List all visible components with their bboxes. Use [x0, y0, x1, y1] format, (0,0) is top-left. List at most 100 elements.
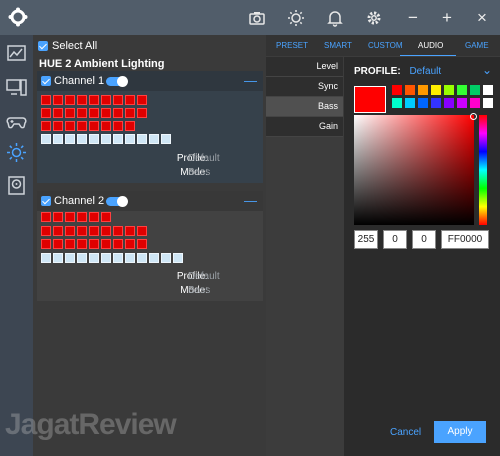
swatch[interactable]: [431, 98, 441, 108]
led[interactable]: [113, 121, 123, 131]
led[interactable]: [101, 121, 111, 131]
led[interactable]: [89, 239, 99, 249]
swatch[interactable]: [483, 98, 493, 108]
led[interactable]: [41, 212, 51, 222]
led[interactable]: [77, 253, 87, 263]
led[interactable]: [77, 212, 87, 222]
storage-icon[interactable]: [6, 175, 27, 196]
led[interactable]: [41, 253, 51, 263]
blue-input[interactable]: 0: [412, 230, 436, 249]
color-picker-handle[interactable]: [470, 113, 477, 120]
led[interactable]: [89, 134, 99, 144]
channel-2-toggle[interactable]: [106, 196, 128, 207]
swatch[interactable]: [418, 98, 428, 108]
led[interactable]: [65, 212, 75, 222]
collapse-icon[interactable]: —: [244, 73, 257, 88]
led[interactable]: [77, 121, 87, 131]
swatch[interactable]: [483, 85, 493, 95]
chevron-down-icon[interactable]: ⌄: [482, 63, 492, 77]
profile-selector[interactable]: PROFILE: Default: [354, 66, 441, 77]
led[interactable]: [125, 108, 135, 118]
swatch[interactable]: [470, 85, 480, 95]
profile-value[interactable]: Default: [409, 66, 441, 77]
led[interactable]: [89, 253, 99, 263]
led[interactable]: [113, 95, 123, 105]
swatch[interactable]: [405, 85, 415, 95]
tab-audio[interactable]: AUDIO: [418, 41, 443, 50]
led[interactable]: [65, 134, 75, 144]
led[interactable]: [101, 226, 111, 236]
led[interactable]: [65, 226, 75, 236]
led[interactable]: [77, 95, 87, 105]
dashboard-icon[interactable]: [6, 43, 27, 64]
hex-input[interactable]: FF0000: [441, 230, 489, 249]
saturation-value-picker[interactable]: [354, 115, 474, 225]
led[interactable]: [101, 134, 111, 144]
lighting-icon[interactable]: [6, 142, 27, 163]
led[interactable]: [125, 134, 135, 144]
tab-preset[interactable]: PRESET: [276, 41, 308, 50]
led[interactable]: [101, 239, 111, 249]
submenu-level[interactable]: Level: [266, 57, 343, 77]
apply-button[interactable]: Apply: [434, 421, 486, 443]
select-all-checkbox[interactable]: Select All: [38, 40, 97, 52]
led[interactable]: [53, 226, 63, 236]
led[interactable]: [77, 239, 87, 249]
led[interactable]: [125, 121, 135, 131]
led[interactable]: [125, 239, 135, 249]
minimize-button[interactable]: −: [398, 0, 428, 35]
tab-game[interactable]: GAME: [465, 41, 489, 50]
led[interactable]: [41, 134, 51, 144]
led[interactable]: [89, 108, 99, 118]
led[interactable]: [89, 212, 99, 222]
submenu-gain[interactable]: Gain: [266, 117, 343, 137]
led[interactable]: [53, 239, 63, 249]
gamepad-icon[interactable]: [6, 111, 27, 132]
bell-icon[interactable]: [326, 9, 344, 27]
led[interactable]: [137, 95, 147, 105]
led[interactable]: [149, 253, 159, 263]
led[interactable]: [41, 239, 51, 249]
led[interactable]: [65, 239, 75, 249]
led[interactable]: [65, 95, 75, 105]
channel-1-checkbox[interactable]: [41, 76, 51, 86]
led[interactable]: [77, 226, 87, 236]
led[interactable]: [137, 253, 147, 263]
swatch[interactable]: [457, 85, 467, 95]
led[interactable]: [125, 95, 135, 105]
green-input[interactable]: 0: [383, 230, 407, 249]
hue-slider[interactable]: [479, 115, 487, 225]
swatch[interactable]: [457, 98, 467, 108]
swatch[interactable]: [444, 98, 454, 108]
swatch[interactable]: [470, 98, 480, 108]
led[interactable]: [173, 253, 183, 263]
led[interactable]: [77, 134, 87, 144]
cancel-button[interactable]: Cancel: [390, 427, 421, 438]
led[interactable]: [113, 134, 123, 144]
led[interactable]: [89, 95, 99, 105]
swatch[interactable]: [392, 85, 402, 95]
led[interactable]: [161, 134, 171, 144]
led[interactable]: [53, 121, 63, 131]
led[interactable]: [113, 239, 123, 249]
led[interactable]: [53, 253, 63, 263]
gear-icon[interactable]: [365, 9, 383, 27]
led[interactable]: [41, 226, 51, 236]
led[interactable]: [41, 108, 51, 118]
led[interactable]: [101, 95, 111, 105]
led[interactable]: [125, 253, 135, 263]
swatch[interactable]: [392, 98, 402, 108]
swatch[interactable]: [444, 85, 454, 95]
led[interactable]: [53, 108, 63, 118]
led[interactable]: [89, 121, 99, 131]
led[interactable]: [101, 253, 111, 263]
submenu-bass[interactable]: Bass: [266, 97, 343, 117]
led[interactable]: [101, 212, 111, 222]
led[interactable]: [125, 226, 135, 236]
led[interactable]: [89, 226, 99, 236]
led[interactable]: [77, 108, 87, 118]
led[interactable]: [65, 121, 75, 131]
swatch[interactable]: [418, 85, 428, 95]
camera-icon[interactable]: [248, 9, 266, 27]
led[interactable]: [113, 108, 123, 118]
